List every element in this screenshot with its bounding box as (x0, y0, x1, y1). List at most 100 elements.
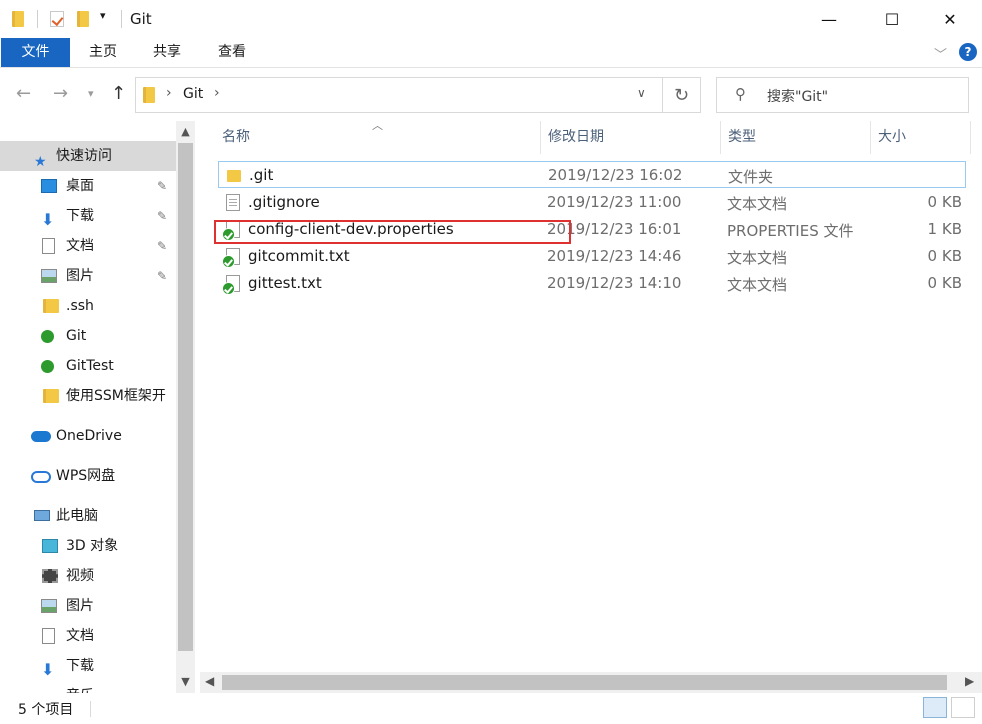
column-header-size[interactable]: 大小 (878, 121, 906, 154)
scroll-down-icon[interactable]: ▼ (176, 673, 195, 691)
folder-icon (43, 299, 59, 313)
ribbon-expand-icon[interactable]: ﹀ (934, 44, 947, 63)
search-box[interactable]: ⚲ 搜索"Git" (716, 77, 969, 113)
back-arrow-icon[interactable]: ← (16, 83, 31, 104)
pin-icon[interactable]: ✎ (157, 261, 167, 291)
document-icon (42, 628, 55, 644)
nav-item-music[interactable]: ♪ 音乐 (0, 681, 176, 693)
table-row[interactable]: gitcommit.txt 2019/12/23 14:46 文本文档 0 KB (218, 243, 966, 270)
divider (90, 701, 91, 717)
nav-item-onedrive[interactable]: OneDrive (0, 421, 176, 451)
search-input[interactable]: 搜索"Git" (767, 86, 828, 106)
scroll-up-icon[interactable]: ▲ (176, 123, 195, 141)
column-divider[interactable] (540, 121, 541, 154)
chevron-right-icon[interactable]: › (214, 85, 220, 101)
nav-item-wps[interactable]: WPS网盘 (0, 461, 176, 491)
scrollbar-thumb[interactable] (178, 143, 193, 651)
nav-item-quick-access[interactable]: ★ 快速访问 (0, 141, 176, 171)
nav-item-3d-objects[interactable]: 3D 对象 (0, 531, 176, 561)
desktop-icon (41, 179, 57, 193)
qat-customize-icon[interactable]: ▾ (100, 9, 106, 22)
table-row[interactable]: .git 2019/12/23 16:02 文件夹 (218, 161, 966, 188)
pin-icon[interactable]: ✎ (157, 231, 167, 261)
pin-icon[interactable]: ✎ (157, 201, 167, 231)
nav-item-ssh[interactable]: .ssh (0, 291, 176, 321)
chevron-right-icon[interactable]: › (166, 85, 172, 101)
help-icon[interactable]: ? (959, 43, 977, 61)
chevron-down-icon[interactable]: ∨ (637, 86, 646, 100)
large-icons-view-icon[interactable] (951, 697, 975, 718)
folder-icon (12, 11, 24, 27)
close-button[interactable]: ✕ (927, 0, 973, 38)
refresh-button[interactable]: ↻ (663, 77, 701, 113)
folder-icon (43, 389, 59, 403)
git-check-icon (222, 255, 235, 268)
divider (37, 10, 38, 28)
scroll-right-icon[interactable]: ▶ (965, 674, 974, 688)
column-header-type[interactable]: 类型 (728, 121, 756, 154)
nav-item-pictures[interactable]: 图片 ✎ (0, 261, 176, 291)
file-date: 2019/12/23 14:10 (547, 274, 682, 292)
window-title: Git (130, 10, 152, 28)
maximize-button[interactable]: ☐ (869, 0, 915, 38)
nav-item-videos[interactable]: 视频 (0, 561, 176, 591)
git-check-icon (222, 282, 235, 295)
tab-home[interactable]: 主页 (72, 38, 134, 67)
up-arrow-icon[interactable]: ↑ (111, 83, 126, 104)
cube-icon (42, 539, 58, 553)
nav-item-desktop[interactable]: 桌面 ✎ (0, 171, 176, 201)
scroll-left-icon[interactable]: ◀ (205, 674, 214, 688)
tab-share[interactable]: 共享 (136, 38, 198, 67)
file-size: 0 KB (927, 274, 962, 292)
sort-up-icon: ︿ (372, 119, 383, 132)
minimize-button[interactable]: — (806, 0, 852, 38)
nav-item-pictures-pc[interactable]: 图片 (0, 591, 176, 621)
nav-item-downloads-pc[interactable]: ⬇ 下载 (0, 651, 176, 681)
star-icon: ★ (34, 154, 47, 170)
download-icon: ⬇ (41, 210, 55, 229)
file-type: 文本文档 (727, 276, 788, 294)
recent-locations-icon[interactable]: ▾ (88, 87, 94, 100)
details-view-icon[interactable] (923, 697, 947, 718)
tab-view[interactable]: 查看 (201, 38, 263, 67)
nav-item-git[interactable]: Git (0, 321, 176, 351)
table-row[interactable]: .gitignore 2019/12/23 11:00 文本文档 0 KB (218, 189, 966, 216)
column-header-date[interactable]: 修改日期 (548, 121, 604, 154)
nav-item-this-pc[interactable]: 此电脑 (0, 501, 176, 531)
file-name: gittest.txt (248, 274, 322, 292)
nav-item-downloads[interactable]: ⬇ 下载 ✎ (0, 201, 176, 231)
nav-item-gittest[interactable]: GitTest (0, 351, 176, 381)
breadcrumb-git[interactable]: Git (183, 86, 203, 102)
properties-icon[interactable] (50, 11, 64, 27)
tab-file[interactable]: 文件 (1, 38, 70, 67)
file-type: 文本文档 (727, 195, 788, 213)
nav-scrollbar[interactable]: ▲ ▼ (176, 121, 195, 693)
highlight-annotation (214, 220, 571, 244)
file-type: 文件夹 (728, 168, 774, 186)
column-header-name[interactable]: 名称 (222, 121, 250, 154)
computer-icon (34, 510, 50, 521)
music-icon: ♪ (42, 685, 51, 693)
pin-icon[interactable]: ✎ (157, 171, 167, 201)
horizontal-scrollbar[interactable]: ◀ ▶ (200, 672, 982, 693)
file-size: 0 KB (927, 247, 962, 265)
item-count: 5 个项目 (18, 702, 74, 718)
nav-item-documents[interactable]: 文档 ✎ (0, 231, 176, 261)
forward-arrow-icon[interactable]: → (53, 83, 68, 104)
table-row[interactable]: gittest.txt 2019/12/23 14:10 文本文档 0 KB (218, 270, 966, 297)
column-divider[interactable] (970, 121, 971, 154)
scrollbar-thumb[interactable] (222, 675, 947, 690)
nav-item-documents-pc[interactable]: 文档 (0, 621, 176, 651)
address-bar[interactable]: › Git › ∨ (135, 77, 663, 113)
search-icon: ⚲ (735, 85, 746, 103)
column-divider[interactable] (720, 121, 721, 154)
git-tracked-file-icon (222, 275, 240, 295)
new-folder-icon[interactable] (77, 11, 89, 27)
file-date: 2019/12/23 16:02 (548, 166, 683, 184)
ribbon-tabs: 文件 主页 共享 查看 ﹀ (0, 38, 982, 68)
column-divider[interactable] (870, 121, 871, 154)
git-folder-icon (41, 330, 54, 343)
git-folder-icon (41, 360, 54, 373)
nav-item-ssm[interactable]: 使用SSM框架开 (0, 381, 176, 411)
divider (121, 10, 122, 28)
